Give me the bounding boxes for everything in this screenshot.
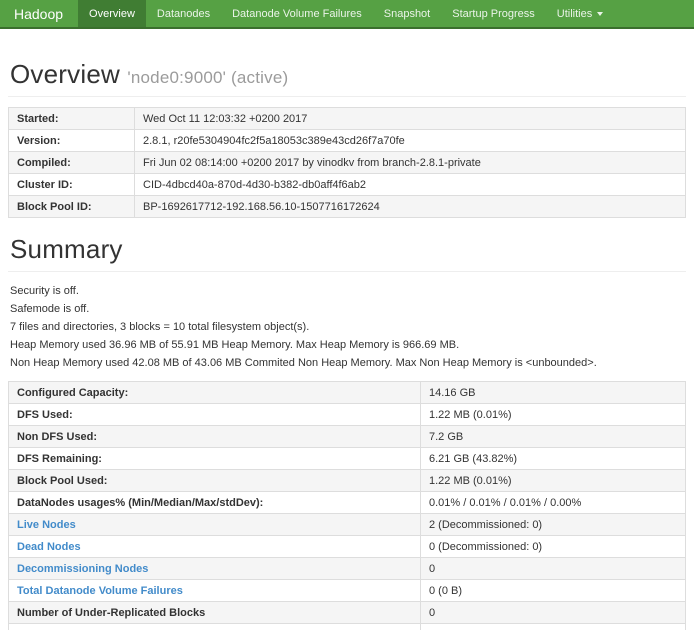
- row-value: Fri Jun 02 08:14:00 +0200 2017 by vinodk…: [135, 152, 686, 174]
- table-row: Number of Under-Replicated Blocks 0: [9, 602, 686, 624]
- nav-item-overview[interactable]: Overview: [78, 0, 146, 27]
- row-value: 1.22 MB (0.01%): [421, 470, 686, 492]
- row-label: Block Pool ID:: [9, 196, 135, 218]
- row-value: 0 (0 B): [421, 580, 686, 602]
- row-label: Block Pool Used:: [9, 470, 421, 492]
- table-row: DFS Used: 1.22 MB (0.01%): [9, 404, 686, 426]
- table-row: Live Nodes 2 (Decommissioned: 0): [9, 514, 686, 536]
- navbar: Hadoop Overview Datanodes Datanode Volum…: [0, 0, 694, 29]
- table-row: Compiled: Fri Jun 02 08:14:00 +0200 2017…: [9, 152, 686, 174]
- row-label: DataNodes usages% (Min/Median/Max/stdDev…: [9, 492, 421, 514]
- row-label: Number of Under-Replicated Blocks: [9, 602, 421, 624]
- total-datanode-volume-failures-link[interactable]: Total Datanode Volume Failures: [17, 585, 183, 597]
- filesystem-objects-status: 7 files and directories, 3 blocks = 10 t…: [10, 322, 686, 333]
- divider: [8, 96, 686, 97]
- table-row: DFS Remaining: 6.21 GB (43.82%): [9, 448, 686, 470]
- row-value: 2 (Decommissioned: 0): [421, 514, 686, 536]
- row-label: Cluster ID:: [9, 174, 135, 196]
- navbar-brand-hadoop[interactable]: Hadoop: [0, 0, 78, 27]
- row-value: 6.21 GB (43.82%): [421, 448, 686, 470]
- table-row: Dead Nodes 0 (Decommissioned: 0): [9, 536, 686, 558]
- page-content: Overview 'node0:9000' (active) Started: …: [0, 59, 694, 630]
- row-label: DFS Remaining:: [9, 448, 421, 470]
- caret-down-icon: [597, 12, 603, 16]
- overview-table: Started: Wed Oct 11 12:03:32 +0200 2017 …: [8, 107, 686, 218]
- summary-table: Configured Capacity: 14.16 GB DFS Used: …: [8, 381, 686, 630]
- table-row: Block Pool ID: BP-1692617712-192.168.56.…: [9, 196, 686, 218]
- row-label: Started:: [9, 108, 135, 130]
- row-value: 0.01% / 0.01% / 0.01% / 0.00%: [421, 492, 686, 514]
- table-row: DataNodes usages% (Min/Median/Max/stdDev…: [9, 492, 686, 514]
- row-value: 2.8.1, r20fe5304904fc2f5a18053c389e43cd2…: [135, 130, 686, 152]
- table-row: Total Datanode Volume Failures 0 (0 B): [9, 580, 686, 602]
- nav-item-utilities-label: Utilities: [557, 8, 592, 20]
- row-label: Non DFS Used:: [9, 426, 421, 448]
- nav-item-datanode-volume-failures[interactable]: Datanode Volume Failures: [221, 0, 373, 27]
- row-value: 7.2 GB: [421, 426, 686, 448]
- nav-item-snapshot[interactable]: Snapshot: [373, 0, 441, 27]
- row-label: DFS Used:: [9, 404, 421, 426]
- summary-status-text: Security is off. Safemode is off. 7 file…: [8, 286, 686, 369]
- non-heap-memory-status: Non Heap Memory used 42.08 MB of 43.06 M…: [10, 358, 686, 369]
- safemode-status: Safemode is off.: [10, 304, 686, 315]
- decommissioning-nodes-link[interactable]: Decommissioning Nodes: [17, 563, 148, 575]
- table-row: Configured Capacity: 14.16 GB: [9, 382, 686, 404]
- row-value: 0: [421, 602, 686, 624]
- row-value: 1.22 MB (0.01%): [421, 404, 686, 426]
- table-row: Non DFS Used: 7.2 GB: [9, 426, 686, 448]
- heap-memory-status: Heap Memory used 36.96 MB of 55.91 MB He…: [10, 340, 686, 351]
- row-value: 14.16 GB: [421, 382, 686, 404]
- row-value: BP-1692617712-192.168.56.10-150771617262…: [135, 196, 686, 218]
- row-value: CID-4dbcd40a-870d-4d30-b382-db0aff4f6ab2: [135, 174, 686, 196]
- table-row: Version: 2.8.1, r20fe5304904fc2f5a18053c…: [9, 130, 686, 152]
- nav-item-utilities[interactable]: Utilities: [546, 0, 614, 27]
- row-label: Version:: [9, 130, 135, 152]
- summary-title: Summary: [10, 234, 686, 265]
- namenode-address-label: 'node0:9000' (active): [127, 68, 288, 87]
- row-value: 0 (Decommissioned: 0): [421, 536, 686, 558]
- row-value: Wed Oct 11 12:03:32 +0200 2017: [135, 108, 686, 130]
- nav-item-startup-progress[interactable]: Startup Progress: [441, 0, 546, 27]
- divider: [8, 271, 686, 272]
- row-label: Number of Blocks Pending Deletion: [9, 624, 421, 630]
- nav-item-datanodes[interactable]: Datanodes: [146, 0, 221, 27]
- row-value: 0: [421, 558, 686, 580]
- row-value: 0: [421, 624, 686, 630]
- dead-nodes-link[interactable]: Dead Nodes: [17, 541, 81, 553]
- table-row: Number of Blocks Pending Deletion 0: [9, 624, 686, 630]
- security-status: Security is off.: [10, 286, 686, 297]
- table-row: Block Pool Used: 1.22 MB (0.01%): [9, 470, 686, 492]
- live-nodes-link[interactable]: Live Nodes: [17, 519, 76, 531]
- row-label: Configured Capacity:: [9, 382, 421, 404]
- overview-heading-text: Overview: [10, 59, 120, 89]
- table-row: Decommissioning Nodes 0: [9, 558, 686, 580]
- table-row: Started: Wed Oct 11 12:03:32 +0200 2017: [9, 108, 686, 130]
- row-label: Compiled:: [9, 152, 135, 174]
- table-row: Cluster ID: CID-4dbcd40a-870d-4d30-b382-…: [9, 174, 686, 196]
- overview-title: Overview 'node0:9000' (active): [10, 59, 686, 90]
